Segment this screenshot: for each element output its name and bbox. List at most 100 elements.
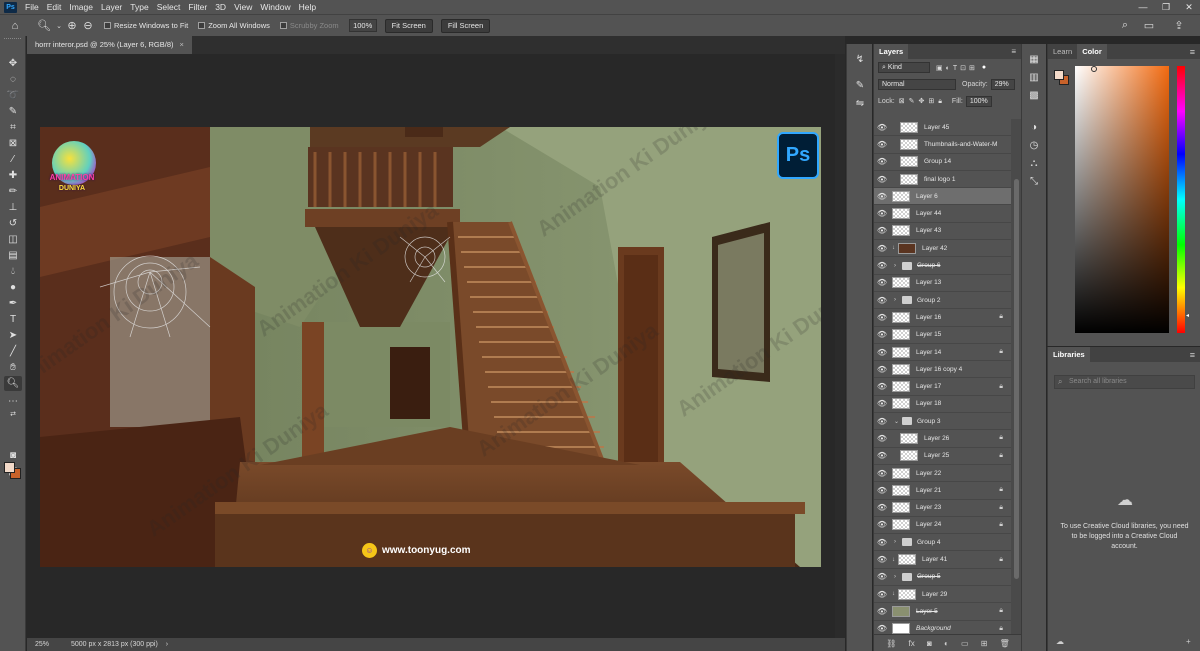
layer-name[interactable]: Layer 17 [916, 383, 941, 390]
panel-menu-icon[interactable]: ≡ [1011, 47, 1016, 56]
layer-row[interactable]: 👁︎ Layer 26 🔒︎ [874, 430, 1011, 448]
layer-row[interactable]: 👁︎ Layer 45 [874, 119, 1011, 137]
restore-icon[interactable]: ❐ [1155, 0, 1177, 14]
layer-row[interactable]: 👁︎ Background 🔒︎ [874, 621, 1011, 634]
pen-tool-icon[interactable]: ✒ [4, 296, 22, 311]
history-icon[interactable]: ↯ [852, 52, 868, 66]
zoom-in-icon[interactable]: ⊕ [64, 19, 80, 32]
layer-name[interactable]: Layer 18 [916, 400, 941, 407]
layer-name[interactable]: Group 14 [924, 158, 951, 165]
workspace-icon[interactable]: ▭ [1142, 19, 1156, 32]
visibility-eye-icon[interactable]: 👁︎ [874, 451, 890, 460]
foreground-color-swatch[interactable] [4, 462, 15, 473]
canvas-scrollbar[interactable] [835, 54, 845, 638]
layer-thumbnail[interactable] [892, 311, 910, 323]
layer-thumbnail[interactable] [900, 173, 918, 185]
layer-thumbnail[interactable] [892, 208, 910, 220]
visibility-eye-icon[interactable]: 👁︎ [874, 469, 890, 478]
menu-filter[interactable]: Filter [184, 0, 211, 14]
move-tool-icon[interactable]: ✥ [4, 56, 22, 71]
layer-name[interactable]: Group 3 [917, 418, 941, 425]
resize-windows-checkbox[interactable]: Resize Windows to Fit [104, 21, 188, 30]
menu-window[interactable]: Window [256, 0, 294, 14]
menu-image[interactable]: Image [65, 0, 97, 14]
layer-name[interactable]: Thumbnails-and-Water-M [924, 141, 997, 148]
visibility-eye-icon[interactable]: 👁︎ [874, 624, 890, 633]
zoom-tool-icon[interactable]: 🔍︎ [34, 19, 54, 32]
menu-select[interactable]: Select [153, 0, 185, 14]
layer-name[interactable]: final logo 1 [924, 176, 955, 183]
marquee-tool-icon[interactable]: ◌ [4, 72, 22, 87]
search-icon[interactable]: ⌕ [1118, 19, 1132, 32]
visibility-eye-icon[interactable]: 👁︎ [874, 313, 890, 322]
visibility-eye-icon[interactable]: 👁︎ [874, 503, 890, 512]
layer-row[interactable]: 👁︎ Layer 22 [874, 465, 1011, 483]
group-expand-icon[interactable]: › [894, 297, 900, 303]
visibility-eye-icon[interactable]: 👁︎ [874, 399, 890, 408]
path-select-icon[interactable]: ➤ [4, 328, 22, 343]
layer-name[interactable]: Layer 25 [924, 452, 949, 459]
layer-thumbnail[interactable] [900, 432, 918, 444]
layer-group-row[interactable]: 👁︎ › Group 4 [874, 534, 1011, 552]
channels-icon[interactable]: ◑ [1026, 120, 1042, 134]
swatches-icon[interactable]: ▥ [1026, 70, 1042, 84]
history-brush-icon[interactable]: ↺ [4, 216, 22, 231]
layer-name[interactable]: Background [916, 625, 951, 632]
layer-row[interactable]: 👁︎ final logo 1 [874, 171, 1011, 189]
layer-name[interactable]: Layer 45 [924, 124, 949, 131]
layer-name[interactable]: Layer 44 [916, 210, 941, 217]
type-tool-icon[interactable]: T [4, 312, 22, 327]
layer-thumbnail[interactable] [892, 277, 910, 289]
zoom-out-icon[interactable]: ⊖ [80, 19, 96, 32]
layer-name[interactable]: Layer 24 [916, 521, 941, 528]
layer-row[interactable]: 👁︎ Layer 15 [874, 327, 1011, 344]
layer-thumbnail[interactable] [898, 242, 916, 254]
layer-thumbnail[interactable] [892, 484, 910, 496]
layer-thumbnail[interactable] [892, 398, 910, 410]
panel-menu-icon[interactable]: ≡ [1190, 47, 1195, 57]
color-foreground-swatch[interactable] [1054, 70, 1064, 80]
layer-name[interactable]: Layer 13 [916, 279, 941, 286]
delete-layer-icon[interactable]: 🗑︎ [1000, 639, 1010, 648]
clone-stamp-icon[interactable]: ⊥ [4, 200, 22, 215]
share-icon[interactable]: ⇪ [1172, 19, 1186, 32]
layer-name[interactable]: Group 4 [917, 539, 941, 546]
zoom-tool-icon[interactable]: 🔍︎ [4, 376, 22, 391]
visibility-eye-icon[interactable]: 👁︎ [874, 382, 890, 391]
menu-type[interactable]: Type [126, 0, 152, 14]
status-arrow-icon[interactable]: › [158, 641, 168, 648]
hand-tool-icon[interactable]: ✋︎ [4, 360, 22, 375]
layer-row[interactable]: 👁︎ Layer 5 🔒︎ [874, 603, 1011, 621]
menu-help[interactable]: Help [295, 0, 320, 14]
fill-screen-button[interactable]: Fill Screen [440, 18, 491, 33]
layer-name[interactable]: Layer 42 [922, 245, 947, 252]
layer-row[interactable]: 👁︎ Layer 44 [874, 205, 1011, 223]
layer-row[interactable]: 👁︎ Layer 43 [874, 223, 1011, 241]
minimize-icon[interactable]: — [1132, 0, 1154, 14]
group-expand-icon[interactable]: › [894, 263, 900, 269]
crop-tool-icon[interactable]: ⌗ [4, 120, 22, 135]
tab-color[interactable]: Color [1077, 44, 1107, 59]
layer-row[interactable]: 👁︎ Layer 16 copy 4 [874, 361, 1011, 379]
menu-layer[interactable]: Layer [97, 0, 126, 14]
visibility-eye-icon[interactable]: 👁︎ [874, 607, 890, 616]
scrubby-zoom-checkbox[interactable]: Scrubby Zoom [279, 21, 339, 30]
visibility-eye-icon[interactable]: 👁︎ [874, 365, 890, 374]
layer-row[interactable]: 👁︎ Layer 18 [874, 396, 1011, 414]
lock-options-icons[interactable]: ⊠✎✥⊞🔒︎ [899, 97, 946, 106]
layer-thumbnail[interactable] [900, 138, 918, 150]
layer-name[interactable]: Layer 5 [916, 608, 938, 615]
visibility-eye-icon[interactable]: 👁︎ [874, 330, 890, 339]
layer-name[interactable]: Layer 14 [916, 349, 941, 356]
layer-name[interactable]: Layer 23 [916, 504, 941, 511]
zoom-value-field[interactable]: 100% [348, 19, 377, 32]
quick-mask-icon[interactable]: ◙ [4, 448, 22, 463]
layer-name[interactable]: Layer 6 [916, 193, 938, 200]
close-icon[interactable]: ✕ [1178, 0, 1200, 14]
healing-brush-icon[interactable]: ✚ [4, 168, 22, 183]
filter-kind-select[interactable]: ⌕ Kind [878, 62, 930, 73]
layer-thumbnail[interactable] [898, 554, 916, 566]
group-expand-icon[interactable]: › [894, 574, 900, 580]
layer-row[interactable]: 👁︎ ↓ Layer 29 [874, 586, 1011, 604]
layer-thumbnail[interactable] [892, 467, 910, 479]
